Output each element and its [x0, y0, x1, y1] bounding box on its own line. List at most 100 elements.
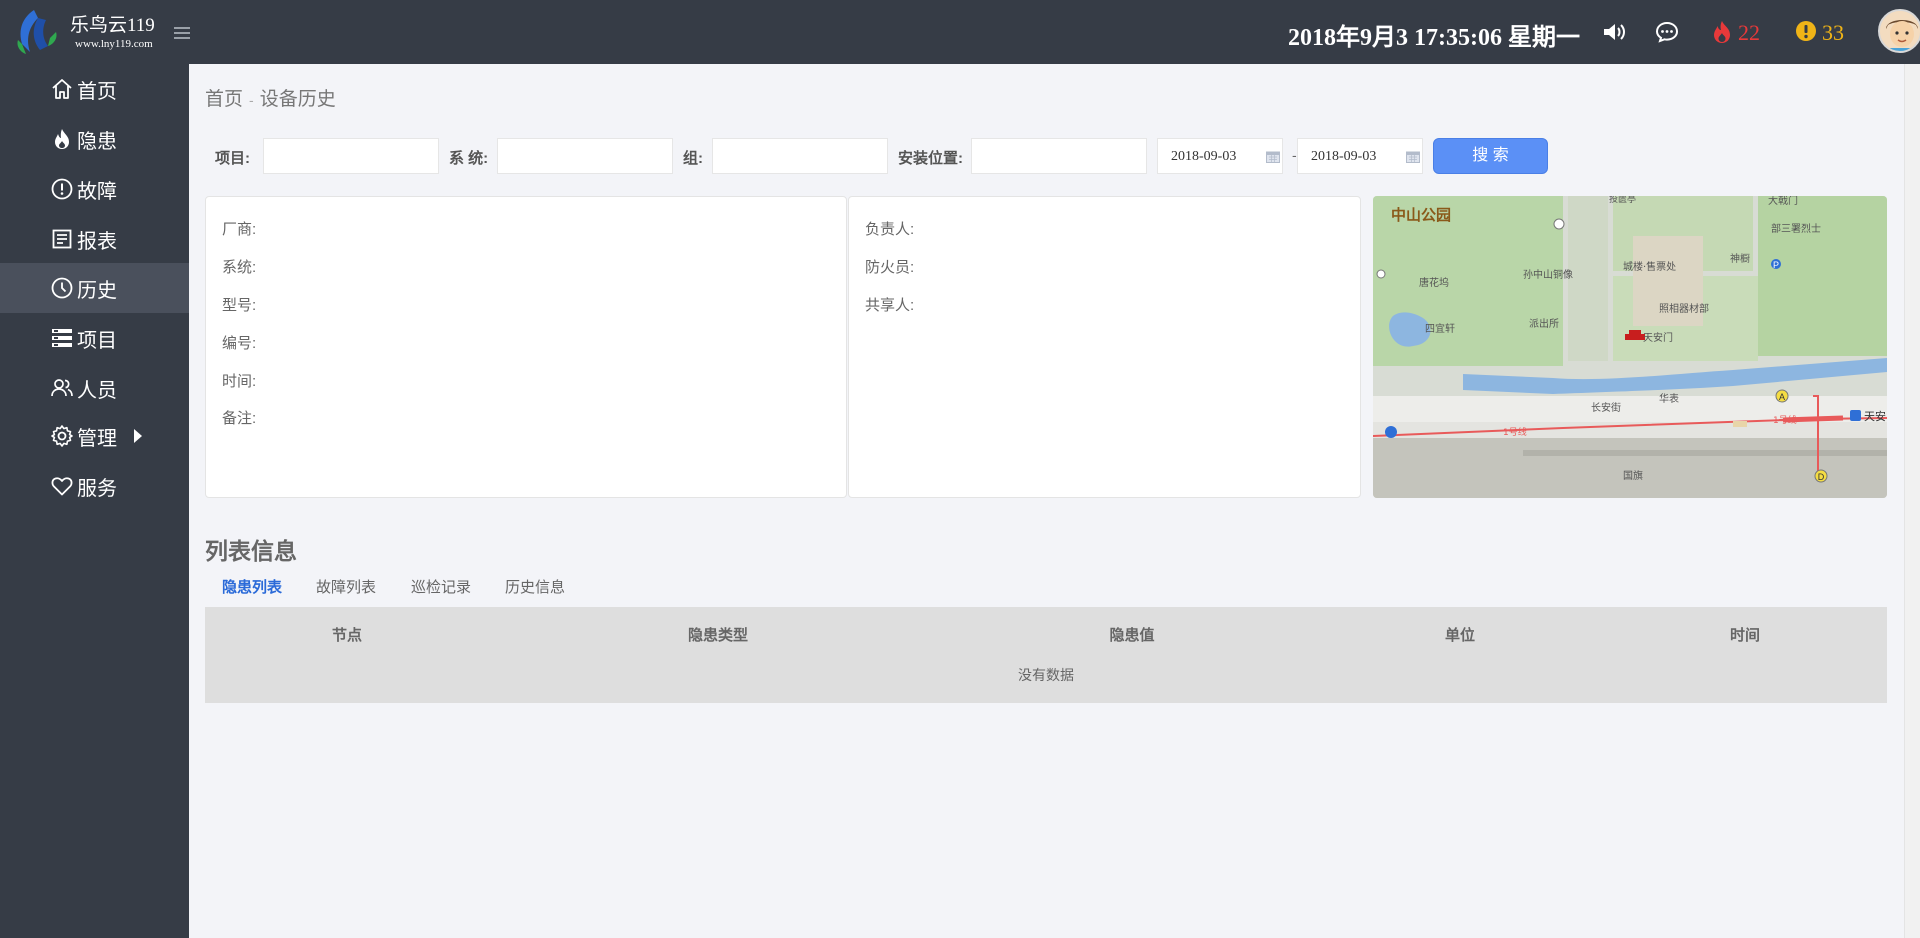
- datetime-display: 2018年9月3 17:35:06 星期一: [1288, 25, 1580, 51]
- breadcrumb: 首页 - 设备历史: [205, 84, 336, 111]
- device-info-panel: 厂商: 系统: 型号: 编号: 时间: 备注:: [205, 196, 847, 498]
- volume-icon[interactable]: [1601, 20, 1627, 44]
- brand-name: 乐鸟云119: [70, 15, 155, 36]
- sidebar-item-project[interactable]: 项目: [0, 313, 189, 363]
- project-label: 项目:: [215, 150, 250, 167]
- gear-icon: [51, 425, 73, 447]
- alarm-warning-icon[interactable]: [1794, 20, 1820, 44]
- breadcrumb-home[interactable]: 首页: [205, 89, 243, 110]
- column-header-hazard-type[interactable]: 隐患类型: [688, 624, 748, 645]
- brand-url: www.lny119.com: [75, 38, 153, 50]
- tab-history-info[interactable]: 历史信息: [505, 576, 565, 597]
- sidebar-item-label: 服务: [77, 477, 117, 500]
- list-section-title: 列表信息: [205, 538, 297, 564]
- map-park-title: 中山公园: [1391, 206, 1451, 224]
- calendar-icon[interactable]: [1266, 151, 1280, 163]
- map-station-label: 天安: [1864, 409, 1886, 423]
- vendor-label: 厂商:: [222, 221, 257, 238]
- svg-text:P: P: [1773, 260, 1779, 270]
- remark-label: 备注:: [222, 410, 257, 427]
- model-label: 型号:: [222, 297, 257, 314]
- tab-fault-list[interactable]: 故障列表: [316, 576, 376, 597]
- map-label: 四宜轩: [1425, 322, 1455, 335]
- map-label: 大戟门: [1768, 196, 1798, 207]
- user-avatar[interactable]: [1878, 9, 1920, 53]
- column-header-time[interactable]: 时间: [1730, 624, 1760, 645]
- sidebar-item-label: 项目: [77, 329, 117, 352]
- location-label: 安装位置:: [898, 150, 963, 167]
- start-date-value: 2018-09-03: [1171, 149, 1237, 164]
- breadcrumb-separator: -: [249, 92, 254, 108]
- submenu-caret-icon: [134, 429, 142, 443]
- empty-table-message: 没有数据: [1018, 667, 1074, 683]
- map-label: 唐花坞: [1419, 276, 1449, 289]
- column-header-unit[interactable]: 单位: [1445, 624, 1475, 645]
- group-input[interactable]: [712, 138, 888, 174]
- map-label: 神橱: [1730, 252, 1750, 265]
- sidebar-item-service[interactable]: 服务: [0, 461, 189, 511]
- map-label: 照相器材部: [1659, 302, 1709, 315]
- search-button[interactable]: 搜 索: [1433, 138, 1548, 174]
- sidebar-item-home[interactable]: 首页: [0, 64, 189, 114]
- map-label: 长安街: [1591, 401, 1621, 414]
- end-date-input[interactable]: 2018-09-03: [1297, 138, 1423, 174]
- sidebar-item-hazard[interactable]: 隐患: [0, 114, 189, 164]
- sidebar-item-management[interactable]: 管理: [0, 411, 189, 461]
- tab-hazard-list[interactable]: 隐患列表: [222, 576, 282, 597]
- map-label: 华表: [1659, 392, 1679, 405]
- home-icon: [52, 79, 72, 99]
- map-label: 派出所: [1529, 317, 1559, 330]
- tab-inspection-records[interactable]: 巡检记录: [411, 576, 471, 597]
- hazard-fire-icon[interactable]: [1710, 20, 1736, 44]
- sidebar-item-report[interactable]: 报表: [0, 214, 189, 264]
- message-icon[interactable]: [1654, 20, 1680, 44]
- end-date-value: 2018-09-03: [1311, 149, 1377, 164]
- fire-officer-label: 防火员:: [865, 259, 915, 276]
- map-label: 国旗: [1623, 469, 1643, 482]
- map-label: 投匮亭: [1609, 196, 1636, 205]
- clock-icon: [51, 277, 73, 299]
- svg-text:A: A: [1779, 392, 1785, 402]
- column-header-hazard-value[interactable]: 隐患值: [1109, 624, 1154, 645]
- column-header-node[interactable]: 节点: [332, 624, 362, 645]
- hazard-count[interactable]: 22: [1738, 20, 1760, 46]
- sidebar-item-label: 历史: [77, 279, 117, 302]
- owner-label: 负责人:: [865, 221, 915, 238]
- sidebar-item-label: 隐患: [77, 130, 117, 153]
- time-label: 时间:: [222, 373, 257, 390]
- map-line-label: 1号线: [1773, 414, 1797, 426]
- start-date-input[interactable]: 2018-09-03: [1157, 138, 1283, 174]
- sharer-label: 共享人:: [865, 297, 915, 314]
- alert-circle-icon: [51, 178, 73, 200]
- sidebar-item-label: 首页: [77, 80, 117, 103]
- sidebar-item-label: 管理: [77, 427, 117, 450]
- location-input[interactable]: [971, 138, 1147, 174]
- users-icon: [51, 379, 73, 397]
- sidebar-item-label: 人员: [77, 379, 117, 402]
- system-input[interactable]: [497, 138, 673, 174]
- menu-toggle-icon[interactable]: [174, 27, 190, 39]
- group-label: 组:: [683, 150, 703, 167]
- breadcrumb-current: 设备历史: [259, 89, 336, 110]
- calendar-icon[interactable]: [1406, 151, 1420, 163]
- map-label: 城楼·售票处: [1623, 260, 1676, 273]
- sidebar-item-fault[interactable]: 故障: [0, 164, 189, 214]
- brand-logo: [17, 10, 57, 54]
- page-scrollbar[interactable]: [1904, 64, 1920, 938]
- system-label: 系 统:: [449, 150, 489, 167]
- map-label: 天安门: [1643, 331, 1673, 344]
- date-range-separator: -: [1292, 147, 1297, 163]
- map-canvas[interactable]: P A D 中山公园 大戟门 部三署烈士 神橱 唐花坞 孙中山铜像 城楼·售票处…: [1373, 196, 1887, 498]
- system-field-label: 系统:: [222, 259, 257, 276]
- avatar-face-icon: [1880, 11, 1920, 51]
- project-input[interactable]: [263, 138, 439, 174]
- sidebar: 首页 隐患 故障 报表 历史 项目 人员 管理 服务: [0, 64, 189, 938]
- map-line-label: 1号线: [1503, 426, 1527, 438]
- location-map[interactable]: P A D 中山公园 大戟门 部三署烈士 神橱 唐花坞 孙中山铜像 城楼·售票处…: [1373, 196, 1887, 498]
- top-bar: 乐鸟云119 www.lny119.com 2018年9月3 17:35:06 …: [0, 0, 1920, 64]
- heart-icon: [51, 477, 73, 496]
- code-label: 编号:: [222, 335, 257, 352]
- alarm-count[interactable]: 33: [1822, 20, 1844, 46]
- sidebar-item-personnel[interactable]: 人员: [0, 363, 189, 413]
- sidebar-item-history[interactable]: 历史: [0, 263, 189, 313]
